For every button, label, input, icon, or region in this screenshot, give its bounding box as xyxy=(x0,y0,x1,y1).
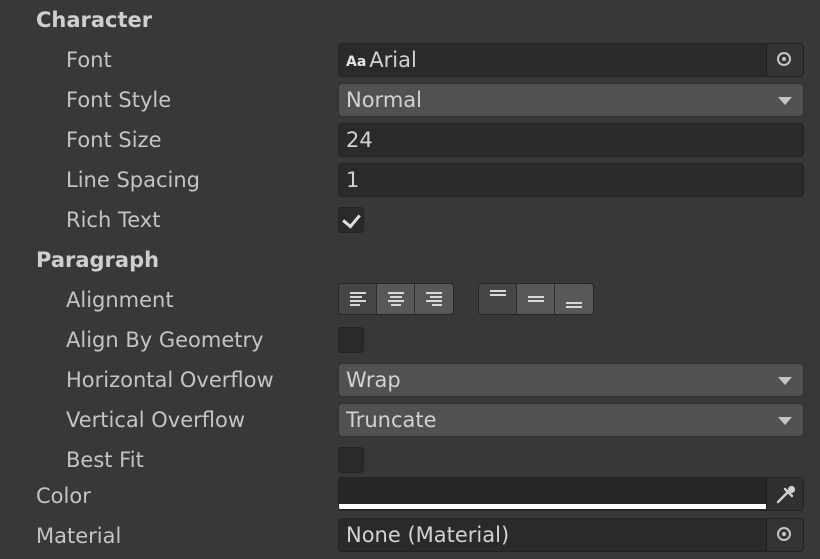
color-field[interactable] xyxy=(338,477,804,511)
vertical-alignment-group xyxy=(478,283,594,315)
horizontal-overflow-row: Horizontal Overflow Wrap xyxy=(0,360,820,400)
color-label: Color xyxy=(36,484,91,508)
paragraph-section: Paragraph xyxy=(0,240,820,280)
font-value: Arial xyxy=(369,48,417,72)
align-left-button[interactable] xyxy=(339,284,377,314)
align-by-geometry-label: Align By Geometry xyxy=(66,328,264,352)
font-picker-button[interactable] xyxy=(766,44,803,76)
font-row: Font Aa Arial xyxy=(0,40,820,80)
eyedropper-icon xyxy=(776,485,796,504)
rich-text-checkbox[interactable] xyxy=(338,207,364,233)
font-size-value: 24 xyxy=(346,128,373,152)
horizontal-overflow-value: Wrap xyxy=(346,368,401,392)
material-picker-button[interactable] xyxy=(766,519,803,551)
font-size-row: Font Size 24 xyxy=(0,120,820,160)
character-heading: Character xyxy=(36,8,153,32)
dropdown-caret-icon xyxy=(778,417,792,425)
line-spacing-label: Line Spacing xyxy=(66,168,200,192)
alignment-row: Alignment xyxy=(0,280,820,320)
rich-text-row: Rich Text xyxy=(0,200,820,240)
material-field[interactable]: None (Material) xyxy=(338,518,804,552)
align-bottom-button[interactable] xyxy=(555,284,593,314)
align-middle-button[interactable] xyxy=(517,284,555,314)
font-style-label: Font Style xyxy=(66,88,172,112)
align-by-geometry-row: Align By Geometry xyxy=(0,320,820,360)
line-spacing-row: Line Spacing 1 xyxy=(0,160,820,200)
line-spacing-input[interactable]: 1 xyxy=(338,163,804,197)
material-label: Material xyxy=(36,524,122,548)
character-section: Character xyxy=(0,0,820,40)
material-value: None (Material) xyxy=(346,523,510,547)
horizontal-overflow-dropdown[interactable]: Wrap xyxy=(338,363,804,397)
vertical-overflow-row: Vertical Overflow Truncate xyxy=(0,400,820,440)
horizontal-overflow-label: Horizontal Overflow xyxy=(66,368,274,392)
align-right-button[interactable] xyxy=(415,284,453,314)
font-style-dropdown[interactable]: Normal xyxy=(338,83,804,117)
paragraph-heading: Paragraph xyxy=(36,248,160,272)
eyedropper-button[interactable] xyxy=(766,478,803,510)
dropdown-caret-icon xyxy=(778,97,792,105)
font-style-value: Normal xyxy=(346,88,422,112)
material-row: Material None (Material) xyxy=(0,516,820,556)
alignment-label: Alignment xyxy=(66,288,174,312)
align-center-button[interactable] xyxy=(377,284,415,314)
checkmark-icon xyxy=(342,209,361,229)
horizontal-alignment-group xyxy=(338,283,454,315)
best-fit-checkbox[interactable] xyxy=(338,447,364,473)
font-field[interactable]: Aa Arial xyxy=(338,43,804,77)
vertical-overflow-value: Truncate xyxy=(346,408,437,432)
align-top-button[interactable] xyxy=(479,284,517,314)
font-label: Font xyxy=(66,48,112,72)
font-size-label: Font Size xyxy=(66,128,162,152)
align-by-geometry-checkbox[interactable] xyxy=(338,327,364,353)
best-fit-row: Best Fit xyxy=(0,440,820,480)
font-style-row: Font Style Normal xyxy=(0,80,820,120)
vertical-overflow-dropdown[interactable]: Truncate xyxy=(338,403,804,437)
vertical-overflow-label: Vertical Overflow xyxy=(66,408,246,432)
alpha-bar xyxy=(339,504,767,509)
font-asset-icon: Aa xyxy=(346,54,367,70)
color-row: Color xyxy=(0,476,820,516)
dropdown-caret-icon xyxy=(778,377,792,385)
rich-text-label: Rich Text xyxy=(66,208,161,232)
best-fit-label: Best Fit xyxy=(66,448,144,472)
font-size-input[interactable]: 24 xyxy=(338,123,804,157)
line-spacing-value: 1 xyxy=(346,168,360,192)
